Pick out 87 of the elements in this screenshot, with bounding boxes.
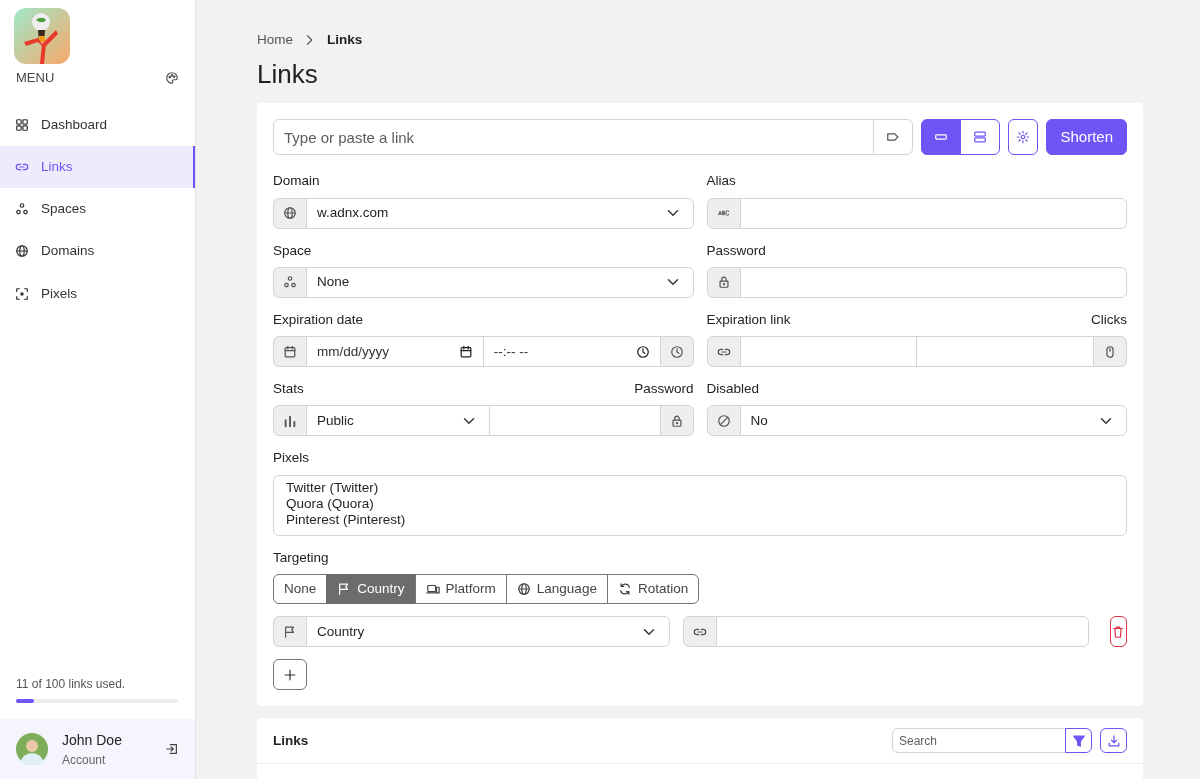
lock-icon: [669, 413, 684, 428]
dashboard-icon: [15, 117, 29, 132]
clicks-input[interactable]: [916, 336, 1094, 368]
plus-icon: [283, 667, 297, 682]
field-label: Domain: [273, 172, 321, 191]
time-field[interactable]: --:-- --: [482, 336, 661, 368]
app-logo: [14, 8, 70, 64]
date-field[interactable]: mm/dd/yyyy: [306, 336, 484, 368]
field-label: Disabled: [706, 380, 761, 399]
palette-icon: [165, 70, 179, 85]
targeting-tab[interactable]: Country: [326, 573, 416, 605]
logout-button[interactable]: [165, 742, 179, 756]
search-input[interactable]: Search: [892, 728, 1066, 754]
user-subtitle: Account: [62, 751, 107, 769]
field-label: Pixels: [273, 449, 310, 468]
lock-icon: [716, 275, 731, 290]
field-label: Expiration date: [273, 310, 365, 329]
targeting-tab[interactable]: Language: [505, 573, 608, 605]
download-icon: [1106, 733, 1121, 748]
stats-password-input[interactable]: [489, 405, 661, 437]
logout-icon: [165, 742, 179, 756]
download-button[interactable]: [1100, 728, 1127, 754]
stats-select[interactable]: Public: [306, 405, 490, 437]
expiration-url-input[interactable]: [739, 336, 918, 368]
field-label: Expiration link: [706, 310, 791, 329]
shorten-button[interactable]: Shorten: [1046, 119, 1127, 156]
domain-select[interactable]: w.adnx.com: [306, 197, 694, 229]
targeting-tab[interactable]: Platform: [414, 573, 507, 605]
field-label: Stats: [273, 380, 304, 399]
field-label: Alias: [706, 172, 737, 191]
link-input[interactable]: Type or paste a link: [273, 119, 874, 156]
settings-button[interactable]: [1007, 119, 1039, 156]
field-label: Clicks: [1091, 310, 1127, 329]
view-toggle[interactable]: [959, 119, 1000, 156]
delete-button[interactable]: [1109, 616, 1127, 648]
field-label: Space: [273, 241, 313, 260]
pixel-option[interactable]: Quora (Quora): [284, 495, 1116, 513]
globe-icon: [15, 244, 29, 259]
two-rows-icon: [972, 130, 987, 145]
focus-icon: [15, 286, 29, 301]
target-url-input[interactable]: [716, 616, 1089, 648]
country-select[interactable]: Country: [306, 616, 670, 648]
user-avatar: [16, 733, 48, 765]
ban-icon: [716, 413, 731, 428]
user-name: John Doe: [62, 730, 123, 750]
add-button[interactable]: [273, 659, 307, 691]
label-addon[interactable]: [872, 119, 913, 156]
settings-icon: [1016, 130, 1031, 145]
page-title: Links: [257, 59, 319, 91]
rotate-icon: [617, 582, 632, 597]
globe-icon: [283, 206, 297, 221]
filter-icon: [1071, 733, 1086, 748]
panel-title: Links: [273, 731, 309, 750]
sidebar-item[interactable]: Pixels: [0, 272, 195, 315]
mouse-icon: [1103, 344, 1117, 359]
globe-icon: [516, 582, 531, 597]
trash-icon: [1111, 624, 1126, 639]
view-toggle[interactable]: [920, 119, 961, 156]
breadcrumb-item: Links: [327, 31, 363, 49]
usage-text: 11 of 100 links used.: [16, 676, 127, 693]
breadcrumb-item[interactable]: Home: [257, 30, 293, 51]
nodes-icon: [15, 202, 29, 217]
pixels-listbox[interactable]: Twitter (Twitter) Quora (Quora) Pinterest (Pinterest): [273, 474, 1127, 536]
menu-label: MENU: [16, 69, 55, 87]
clock-icon: [669, 344, 684, 359]
password-input[interactable]: [739, 266, 1127, 298]
field-label: Targeting: [273, 548, 330, 567]
sidebar-item[interactable]: Links: [0, 145, 195, 188]
alias-input[interactable]: [739, 197, 1127, 229]
field-label: Password: [634, 380, 694, 399]
nodes-icon: [283, 275, 297, 290]
sidebar-item[interactable]: Spaces: [0, 188, 195, 231]
field-label: Password: [706, 241, 767, 260]
pixel-option[interactable]: Twitter (Twitter): [284, 479, 1116, 496]
devices-icon: [425, 582, 440, 597]
space-select[interactable]: None: [306, 266, 694, 298]
pixel-option[interactable]: Pinterest (Pinterest): [284, 512, 1116, 529]
calendar-icon: [283, 344, 297, 359]
clock-icon: [635, 344, 650, 359]
sidebar-item[interactable]: Dashboard: [0, 103, 195, 146]
targeting-tab[interactable]: Rotation: [606, 573, 700, 605]
bar-chart-icon: [283, 413, 297, 428]
sidebar-item[interactable]: Domains: [0, 230, 195, 273]
theme-toggle[interactable]: [165, 70, 179, 85]
calendar-icon: [458, 344, 473, 359]
flag-icon: [283, 624, 297, 639]
filter-button[interactable]: [1065, 728, 1092, 754]
